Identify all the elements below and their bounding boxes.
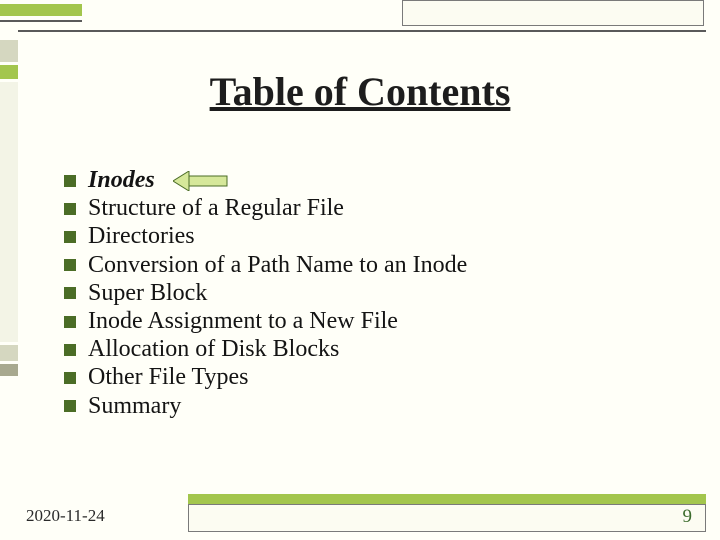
toc-item: Allocation of Disk Blocks (64, 337, 680, 362)
bullet-icon (64, 316, 76, 328)
toc-item: Structure of a Regular File (64, 196, 680, 221)
bullet-icon (64, 203, 76, 215)
bullet-icon (64, 372, 76, 384)
slide-number: 9 (683, 506, 693, 528)
bullet-icon (64, 400, 76, 412)
decor-footer-box (188, 504, 706, 532)
toc-item: Super Block (64, 281, 680, 306)
decor-left-block (0, 40, 18, 62)
slide-title: Table of Contents (0, 68, 720, 115)
toc-list: Inodes Structure of a Regular File Direc… (64, 165, 680, 422)
toc-item: Summary (64, 394, 680, 419)
bullet-icon (64, 287, 76, 299)
toc-item: Conversion of a Path Name to an Inode (64, 253, 680, 278)
toc-item: Directories (64, 224, 680, 249)
bullet-icon (64, 175, 76, 187)
toc-item-label: Other File Types (88, 365, 249, 390)
toc-item: Other File Types (64, 365, 680, 390)
slide: Table of Contents Inodes Structure of a … (0, 0, 720, 540)
decor-top-left-bar (0, 4, 82, 16)
toc-item-label: Directories (88, 224, 195, 249)
toc-item-label: Allocation of Disk Blocks (88, 337, 339, 362)
decor-left-block (0, 364, 18, 376)
decor-left-block (0, 345, 18, 361)
bullet-icon (64, 344, 76, 356)
bullet-icon (64, 231, 76, 243)
decor-top-left-thin (0, 20, 82, 22)
decor-footer-green (188, 494, 706, 504)
decor-left-block (0, 82, 18, 342)
decor-horizontal-rule (18, 30, 706, 32)
toc-item-label: Inode Assignment to a New File (88, 309, 398, 334)
toc-item-label: Inodes (88, 168, 155, 193)
decor-top-right-box (402, 0, 704, 26)
toc-item-label: Structure of a Regular File (88, 196, 344, 221)
slide-date: 2020-11-24 (26, 506, 105, 526)
toc-item: Inode Assignment to a New File (64, 309, 680, 334)
toc-item: Inodes (64, 168, 680, 193)
toc-item-label: Conversion of a Path Name to an Inode (88, 253, 467, 278)
toc-item-label: Summary (88, 394, 181, 419)
toc-item-label: Super Block (88, 281, 207, 306)
bullet-icon (64, 259, 76, 271)
current-indicator-arrow-icon (173, 171, 229, 191)
